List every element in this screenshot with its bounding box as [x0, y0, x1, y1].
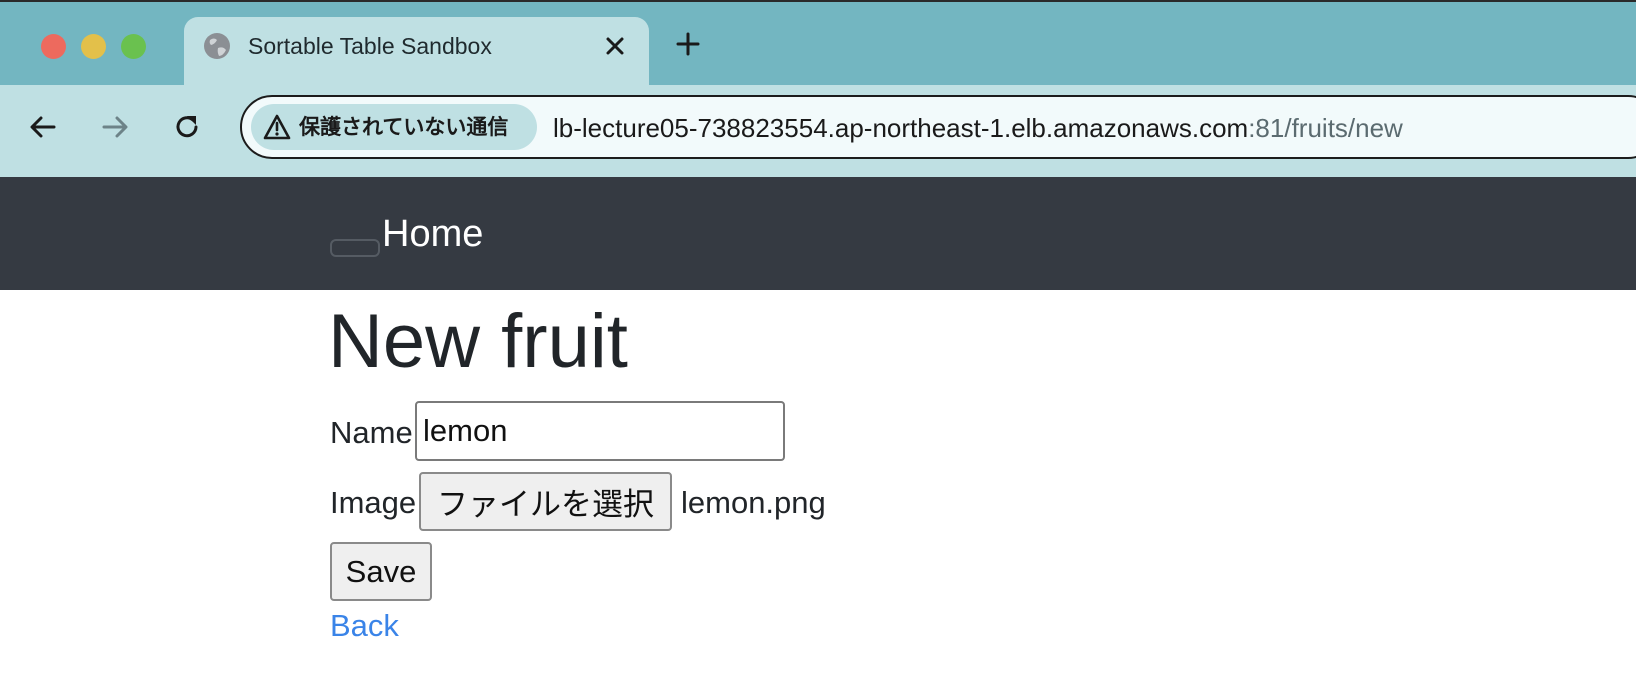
maximize-window-button[interactable] [121, 34, 146, 59]
address-bar[interactable]: 保護されていない通信 lb-lecture05-738823554.ap-nor… [240, 95, 1636, 159]
browser-tabstrip: Sortable Table Sandbox [0, 0, 1636, 89]
close-window-button[interactable] [41, 34, 66, 59]
warning-triangle-icon [263, 114, 291, 140]
browser-tab-active[interactable]: Sortable Table Sandbox [184, 17, 649, 89]
navbar-toggler-button[interactable] [330, 239, 380, 257]
arrow-left-icon[interactable] [28, 112, 58, 142]
name-input[interactable] [415, 401, 785, 461]
reload-icon[interactable] [172, 112, 202, 142]
minimize-window-button[interactable] [81, 34, 106, 59]
url-host: lb-lecture05-738823554.ap-northeast-1.el… [553, 113, 1249, 143]
security-label: 保護されていない通信 [299, 115, 509, 139]
save-button[interactable]: Save [330, 542, 432, 601]
image-label: Image [330, 485, 417, 520]
tab-title: Sortable Table Sandbox [248, 33, 492, 59]
name-label: Name [330, 415, 413, 450]
back-link[interactable]: Back [330, 607, 399, 645]
selected-file-name: lemon.png [681, 485, 826, 520]
close-icon[interactable] [602, 33, 628, 59]
url-path: :81/fruits/new [1248, 113, 1403, 143]
page-title: New fruit [328, 299, 628, 384]
choose-file-button[interactable]: ファイルを選択 [419, 472, 672, 531]
site-navbar: Home [0, 177, 1636, 290]
arrow-right-icon[interactable] [100, 112, 130, 142]
navbar-home-link[interactable]: Home [382, 210, 483, 258]
globe-icon [202, 31, 232, 61]
browser-toolbar: 保護されていない通信 lb-lecture05-738823554.ap-nor… [0, 85, 1636, 177]
plus-icon[interactable] [674, 30, 702, 58]
url-text[interactable]: lb-lecture05-738823554.ap-northeast-1.el… [553, 111, 1403, 145]
security-chip[interactable]: 保護されていない通信 [251, 104, 537, 150]
